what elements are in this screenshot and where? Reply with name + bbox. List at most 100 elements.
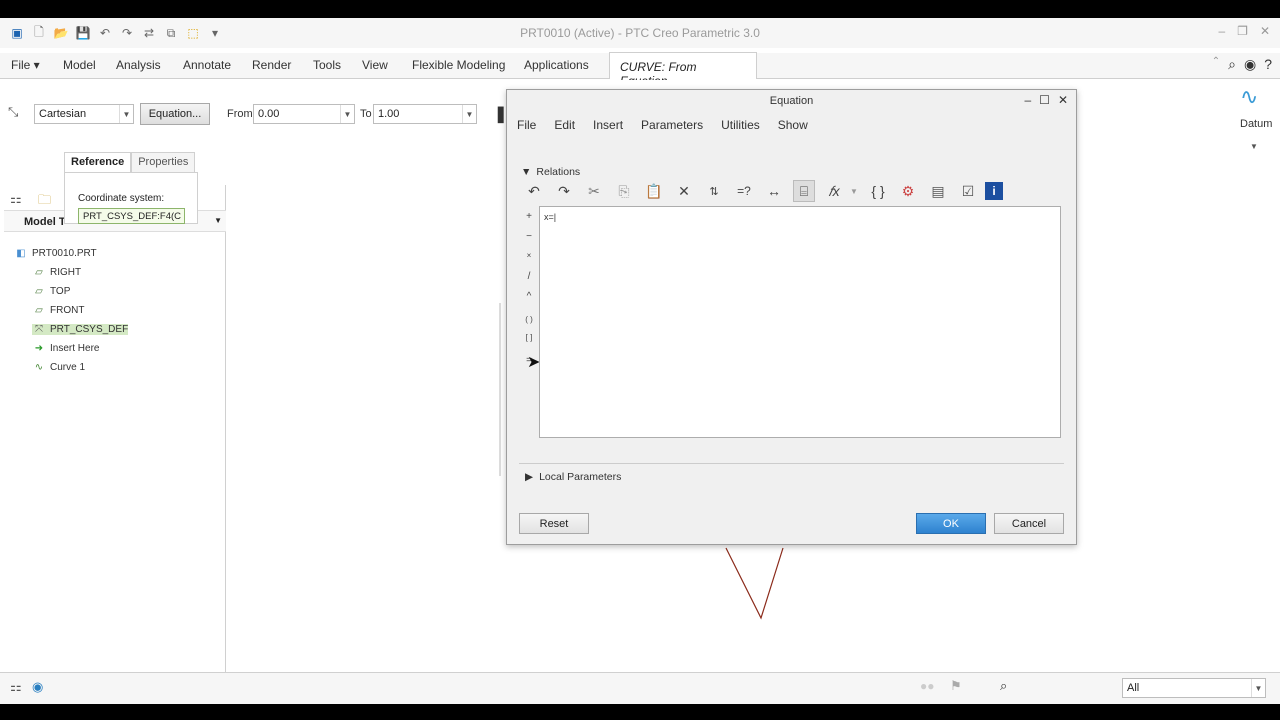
tab-view[interactable]: View (362, 58, 388, 72)
tree-item-label: FRONT (50, 305, 85, 316)
cancel-button[interactable]: Cancel (994, 513, 1064, 534)
to-label: To (360, 108, 372, 120)
operator-brackets[interactable]: [ ] (523, 333, 535, 342)
collapse-ribbon-icon[interactable]: ⌃ (1212, 56, 1220, 73)
datum-plane-icon: ▱ (35, 286, 43, 297)
collapse-triangle-icon: ▼ (521, 166, 532, 178)
dialog-window-controls: – ☐ ✕ (1024, 93, 1068, 107)
maximize-icon[interactable]: ☐ (1039, 93, 1050, 107)
tree-item[interactable]: ▱ FRONT (32, 305, 84, 316)
search-icon[interactable]: ⌕ (1228, 56, 1236, 73)
from-field[interactable]: 0.00 ▼ (253, 104, 355, 124)
dialog-menu-edit[interactable]: Edit (554, 118, 575, 132)
dialog-menu-show[interactable]: Show (778, 118, 808, 132)
operator-multiply[interactable]: × (523, 251, 535, 260)
minimize-icon[interactable]: – (1218, 24, 1225, 38)
tree-item[interactable]: ⤧ PRT_CSYS_DEF (32, 324, 129, 335)
measure-icon[interactable]: ↔ (763, 180, 785, 202)
dialog-menu-file[interactable]: File (517, 118, 536, 132)
chevron-down-icon: ▼ (1251, 679, 1265, 697)
selection-filter[interactable]: All ▼ (1122, 678, 1266, 698)
check-syntax-icon[interactable]: ☑ (957, 180, 979, 202)
find-icon[interactable]: ⌕ (1000, 678, 1007, 694)
reset-button[interactable]: Reset (519, 513, 589, 534)
tab-analysis[interactable]: Analysis (116, 58, 161, 72)
operator-divide[interactable]: / (523, 271, 535, 282)
tree-item[interactable]: ▱ TOP (32, 286, 70, 297)
tree-item[interactable]: ◧ PRT0010.PRT (14, 248, 96, 259)
datum-plane-icon: ▱ (35, 305, 43, 316)
dialog-menu-insert[interactable]: Insert (593, 118, 623, 132)
verify-icon[interactable]: ⌸ (793, 180, 815, 202)
copy-icon[interactable]: ⎘ (613, 180, 635, 202)
close-icon[interactable]: ✕ (1260, 24, 1270, 38)
coordinate-system-collector[interactable]: PRT_CSYS_DEF:F4(C (78, 208, 185, 224)
tab-tools[interactable]: Tools (313, 58, 341, 72)
to-value: 1.00 (378, 108, 400, 120)
dialog-menu-utilities[interactable]: Utilities (721, 118, 760, 132)
evaluate-icon[interactable]: =? (733, 180, 755, 202)
close-icon[interactable]: ✕ (1058, 93, 1068, 107)
units-icon[interactable]: ▤ (927, 180, 949, 202)
datum-icon[interactable]: ∿ (1240, 84, 1258, 110)
help-icon[interactable]: ? (1264, 56, 1272, 73)
function-dropdown-icon[interactable]: ▼ (843, 180, 865, 202)
datum-plane-icon: ▱ (35, 267, 43, 278)
tree-item[interactable]: ➜ Insert Here (32, 343, 100, 354)
tab-properties[interactable]: Properties (131, 152, 196, 172)
tree-item[interactable]: ▱ RIGHT (32, 267, 81, 278)
relations-editor[interactable]: x=| (539, 206, 1061, 438)
dialog-menu-parameters[interactable]: Parameters (641, 118, 703, 132)
function-icon[interactable]: 𝑓x (823, 180, 845, 202)
braces-icon[interactable]: { } (867, 180, 889, 202)
parameters-icon[interactable]: ⚙ (897, 180, 919, 202)
browser-toggle-icon[interactable]: ◉ (32, 679, 43, 695)
paste-icon[interactable]: 📋 (643, 180, 665, 202)
to-field[interactable]: 1.00 ▼ (373, 104, 477, 124)
creo-window: ▣ 🗋 📂 💾 ↶ ↷ ⇄ ⧉ ⬚ ▾ PRT0010 (Active) - P… (0, 18, 1280, 704)
tab-curve-from-equation[interactable]: CURVE: From Equation (609, 52, 757, 88)
flag-icon: ⚑ (950, 678, 962, 693)
navigator-toggle-icon[interactable]: ⚏ (10, 679, 22, 695)
tab-model[interactable]: Model (63, 58, 96, 72)
chevron-down-icon: ▼ (462, 105, 476, 123)
from-label: From (227, 108, 253, 120)
operator-minus[interactable]: − (523, 231, 535, 242)
tab-annotate[interactable]: Annotate (183, 58, 231, 72)
tree-item-label: Curve 1 (50, 362, 86, 373)
model-tree-tab-icon[interactable]: ⚏ (10, 191, 22, 207)
equation-button[interactable]: Equation... (140, 103, 210, 125)
tree-item-label: Insert Here (50, 343, 100, 354)
tab-flexible-modeling[interactable]: Flexible Modeling (412, 58, 505, 72)
selection-filter-value: All (1127, 682, 1140, 694)
operator-plus[interactable]: + (523, 211, 535, 222)
tree-settings-dropdown-icon[interactable]: ▼ (214, 216, 222, 225)
minimize-icon[interactable]: – (1024, 93, 1031, 107)
community-icon[interactable]: ◉ (1244, 56, 1256, 73)
tab-reference[interactable]: Reference (64, 152, 132, 172)
datum-dropdown-icon[interactable]: ▼ (1250, 142, 1258, 151)
operator-parentheses[interactable]: ( ) (523, 315, 535, 324)
ok-button[interactable]: OK (916, 513, 986, 534)
file-menu[interactable]: File ▾ (11, 58, 40, 72)
regen-status-icon: ●● (920, 679, 935, 693)
coordinate-system-label: Coordinate system: (78, 193, 165, 204)
info-icon[interactable]: i (985, 182, 1003, 200)
sort-relations-icon[interactable]: ⇅ (703, 180, 725, 202)
delete-icon[interactable]: ✕ (673, 180, 695, 202)
cut-icon[interactable]: ✂ (583, 180, 605, 202)
local-parameters-header[interactable]: ▶ Local Parameters (525, 471, 621, 483)
redo-icon[interactable]: ↷ (553, 180, 575, 202)
curve-icon: ∿ (34, 362, 44, 373)
operator-power[interactable]: ^ (523, 291, 535, 302)
undo-icon[interactable]: ↶ (523, 180, 545, 202)
tree-item[interactable]: ∿ Curve 1 (32, 362, 85, 373)
coord-type-dropdown[interactable]: Cartesian ▼ (34, 104, 134, 124)
relations-section-header[interactable]: ▼ Relations (521, 166, 580, 178)
maximize-icon[interactable]: ❐ (1237, 24, 1248, 38)
datum-label: Datum (1240, 118, 1273, 130)
tab-render[interactable]: Render (252, 58, 291, 72)
tab-applications[interactable]: Applications (524, 58, 589, 72)
reference-panel: Coordinate system: PRT_CSYS_DEF:F4(C (64, 172, 198, 224)
from-value: 0.00 (258, 108, 280, 120)
